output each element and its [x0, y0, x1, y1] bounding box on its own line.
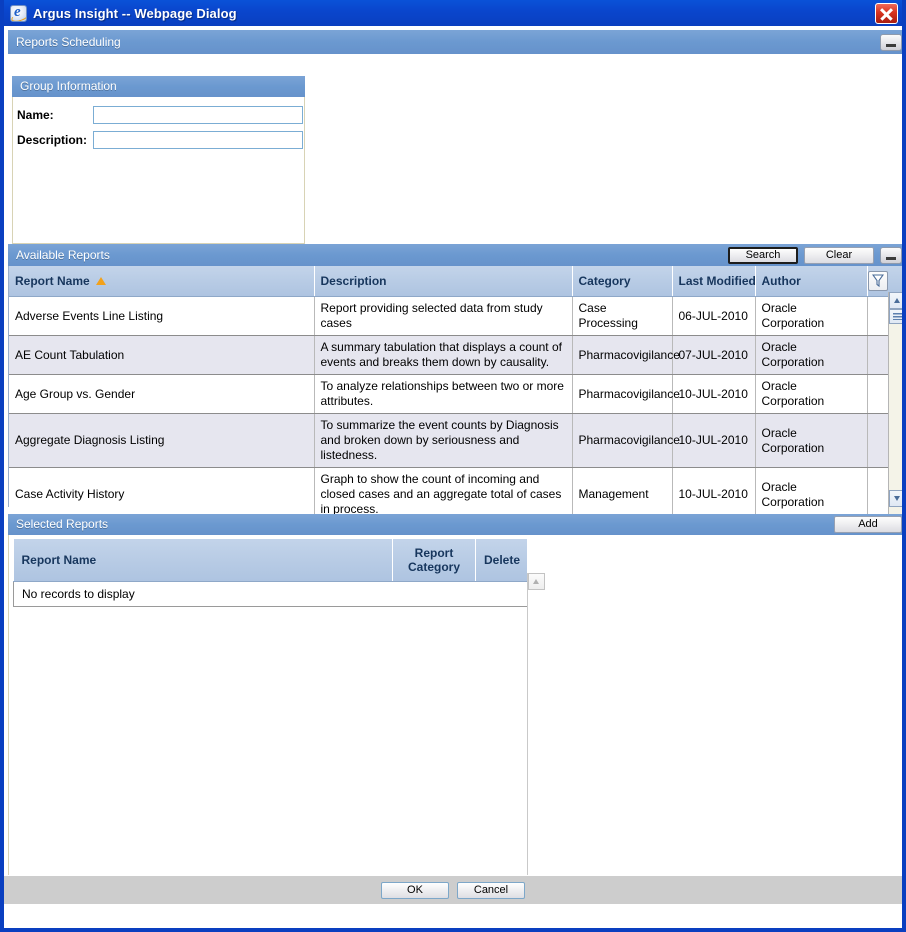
- col-category[interactable]: Category: [572, 266, 673, 297]
- available-reports-grid: Report Name Description Category Last Mo…: [8, 266, 902, 573]
- group-information-header: Group Information: [12, 76, 305, 97]
- table-row[interactable]: Aggregate Diagnosis Listing To summarize…: [9, 413, 902, 468]
- webpage-dialog: Argus Insight -- Webpage Dialog Reports …: [0, 0, 906, 932]
- available-reports-scrollbar[interactable]: [888, 292, 902, 533]
- cell-category: Pharmacovigilance: [572, 335, 680, 375]
- internet-explorer-icon: [10, 4, 27, 22]
- selected-reports-scrollbar[interactable]: [527, 573, 545, 904]
- selected-reports-title: Selected Reports: [16, 517, 109, 531]
- available-reports-section: Available Reports Search Clear Report Na…: [8, 244, 902, 573]
- cell-report-name: AE Count Tabulation: [9, 335, 315, 375]
- cell-last-modified: 10-JUL-2010: [672, 413, 756, 468]
- funnel-filter-icon[interactable]: [867, 271, 888, 291]
- col-selected-report-name[interactable]: Report Name: [13, 539, 393, 582]
- selected-reports-header: Selected Reports Add: [8, 514, 902, 535]
- selected-reports-body: Report Name Report Category Delete No re…: [8, 535, 902, 904]
- dialog-body: Reports Scheduling Group Information Nam…: [4, 26, 902, 904]
- selected-reports-section: Selected Reports Add Report Name Report …: [8, 514, 902, 904]
- cell-author: Oracle Corporation: [755, 335, 868, 375]
- title-bar: Argus Insight -- Webpage Dialog: [4, 0, 902, 26]
- group-information-panel: Group Information Name: Description:: [12, 76, 305, 244]
- cell-description: To summarize the event counts by Diagnos…: [314, 413, 573, 468]
- clear-button[interactable]: Clear: [804, 246, 874, 264]
- cell-description: To analyze relationships between two or …: [314, 374, 573, 414]
- selected-reports-grid: Report Name Report Category Delete No re…: [13, 539, 545, 904]
- add-button[interactable]: Add: [834, 516, 902, 533]
- window-title-main: Argus Insight: [33, 5, 119, 21]
- scroll-up-icon[interactable]: [889, 292, 902, 309]
- name-row: Name:: [17, 106, 304, 124]
- cell-last-modified: 10-JUL-2010: [672, 374, 756, 414]
- cell-description: A summary tabulation that displays a cou…: [314, 335, 573, 375]
- cell-author: Oracle Corporation: [755, 413, 868, 468]
- scroll-thumb[interactable]: [889, 309, 902, 324]
- empty-row: No records to display: [13, 581, 528, 607]
- description-label: Description:: [17, 133, 88, 147]
- sort-ascending-icon: [95, 276, 106, 285]
- cell-report-name: Age Group vs. Gender: [9, 374, 315, 414]
- col-report-name-label: Report Name: [15, 274, 90, 288]
- available-reports-header: Available Reports Search Clear: [8, 244, 902, 266]
- available-reports-title: Available Reports: [16, 247, 110, 262]
- window-title: Argus Insight -- Webpage Dialog: [33, 6, 237, 21]
- col-last-modified[interactable]: Last Modified: [672, 266, 756, 297]
- funnel-glyph: [871, 274, 884, 288]
- table-row[interactable]: AE Count Tabulation A summary tabulation…: [9, 335, 902, 375]
- group-information-title: Group Information: [20, 79, 117, 93]
- window-title-sub: -- Webpage Dialog: [121, 5, 237, 21]
- table-header-row: Report Name Description Category Last Mo…: [9, 266, 902, 297]
- no-records-message: No records to display: [13, 581, 528, 607]
- cell-report-name: Adverse Events Line Listing: [9, 296, 315, 336]
- close-icon[interactable]: [875, 2, 898, 24]
- cell-last-modified: 07-JUL-2010: [672, 335, 756, 375]
- selected-reports-body-rows: No records to display: [13, 581, 528, 607]
- col-author[interactable]: Author: [755, 266, 868, 297]
- dialog-footer: OK Cancel: [4, 875, 902, 904]
- table-row[interactable]: Age Group vs. Gender To analyze relation…: [9, 374, 902, 414]
- cell-author: Oracle Corporation: [755, 296, 868, 336]
- cell-last-modified: 06-JUL-2010: [672, 296, 756, 336]
- selected-reports-table: Report Name Report Category Delete No re…: [13, 539, 528, 607]
- page-title: Reports Scheduling: [16, 34, 121, 49]
- available-reports-minimize-icon[interactable]: [880, 246, 902, 264]
- ok-button[interactable]: OK: [381, 881, 449, 899]
- table-row[interactable]: Adverse Events Line Listing Report provi…: [9, 296, 902, 336]
- col-selected-delete[interactable]: Delete: [475, 539, 528, 582]
- cancel-button[interactable]: Cancel: [457, 881, 525, 899]
- group-information-body: Name: Description:: [12, 97, 305, 244]
- scroll-down-icon[interactable]: [889, 490, 902, 507]
- selected-table-header-row: Report Name Report Category Delete: [13, 539, 528, 582]
- scroll-up-icon[interactable]: [528, 573, 545, 590]
- name-label: Name:: [17, 108, 54, 122]
- cell-description: Report providing selected data from stud…: [314, 296, 573, 336]
- description-row: Description:: [17, 131, 304, 149]
- cell-author: Oracle Corporation: [755, 374, 868, 414]
- col-description[interactable]: Description: [314, 266, 573, 297]
- cell-category: Pharmacovigilance: [572, 374, 680, 414]
- col-report-name[interactable]: Report Name: [9, 266, 315, 297]
- page-header-bar: Reports Scheduling: [8, 30, 902, 54]
- cell-report-name: Aggregate Diagnosis Listing: [9, 413, 315, 468]
- col-selected-report-category[interactable]: Report Category: [392, 539, 476, 582]
- search-button[interactable]: Search: [728, 246, 798, 264]
- description-input[interactable]: [93, 131, 303, 149]
- cell-category: Case Processing: [572, 296, 673, 336]
- cell-category: Pharmacovigilance: [572, 413, 680, 468]
- minimize-icon[interactable]: [880, 33, 902, 51]
- name-input[interactable]: [93, 106, 303, 124]
